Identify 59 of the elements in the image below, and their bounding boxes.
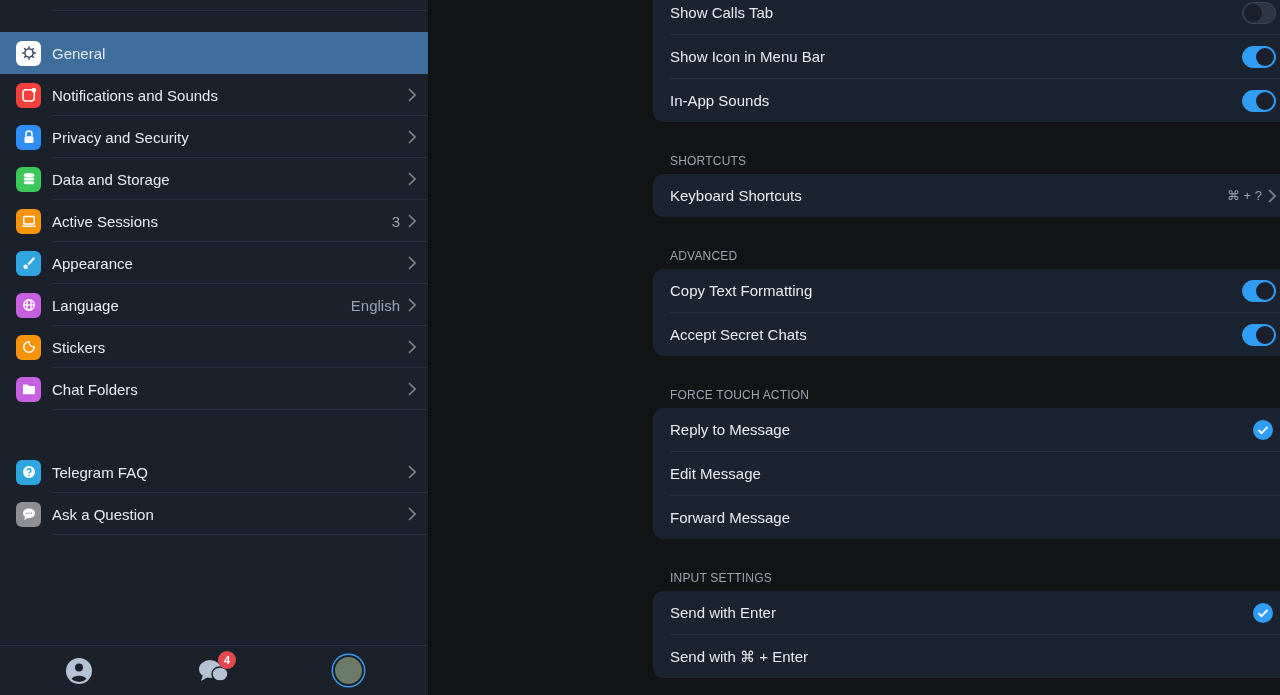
row-label[interactable]: In-App Sounds [670, 92, 1242, 109]
row-label[interactable]: Send with ⌘ + Enter [670, 647, 1276, 666]
item-label: General [52, 44, 107, 62]
row-label[interactable]: Reply to Message [670, 421, 1252, 438]
item-label: Data and Storage [52, 170, 171, 188]
section-header: INPUT SETTINGS [669, 570, 773, 587]
sidebar-item[interactable]: Notifications and Sounds [0, 74, 428, 116]
sidebar-item[interactable]: Ask a Question [0, 493, 428, 535]
toggle-switch[interactable] [1242, 323, 1276, 346]
row-label[interactable]: Show Calls Tab [670, 4, 1242, 21]
item-label: Chat Folders [52, 380, 139, 398]
chevron-icon [408, 465, 416, 479]
unread-badge: 4 [218, 650, 236, 669]
sidebar-item[interactable]: Language English [0, 284, 428, 326]
row-label[interactable]: Send with Enter [670, 604, 1252, 621]
chevron-icon [408, 507, 416, 521]
chevron-icon [408, 172, 416, 186]
chevron-icon [408, 298, 416, 312]
item-label: Active Sessions [52, 212, 159, 230]
contacts-tab[interactable] [65, 656, 94, 685]
toggle-switch[interactable] [1242, 1, 1276, 24]
section-header: SHORTCUTS [669, 153, 748, 170]
chevron-icon [408, 382, 416, 396]
chevron-icon [408, 214, 416, 228]
chevron-icon [408, 88, 416, 102]
row-label[interactable]: Copy Text Formatting [670, 282, 1242, 299]
row-label[interactable]: Keyboard Shortcuts [670, 187, 1227, 204]
sidebar-item[interactable]: Appearance [0, 242, 428, 284]
sidebar-item[interactable]: Data and Storage [0, 158, 428, 200]
chevron-icon [408, 340, 416, 354]
toggle-switch[interactable] [1242, 89, 1276, 112]
item-label: Ask a Question [52, 505, 155, 523]
item-label: Notifications and Sounds [52, 86, 219, 104]
item-value: English [350, 296, 400, 314]
sidebar-item[interactable]: General [0, 32, 428, 74]
toggle-switch[interactable] [1242, 45, 1276, 68]
row-label[interactable]: Forward Message [670, 509, 1276, 526]
sidebar-item[interactable]: Chat Folders [0, 368, 428, 410]
sidebar-item[interactable]: Privacy and Security [0, 116, 428, 158]
item-value: 3 [391, 212, 400, 230]
chevron-icon [408, 130, 416, 144]
chevron-icon [408, 256, 416, 270]
sidebar-item[interactable]: Stickers [0, 326, 428, 368]
sidebar-item[interactable]: Telegram FAQ [0, 451, 428, 493]
item-label: Stickers [52, 338, 107, 356]
section-header: ADVANCED [669, 248, 739, 265]
item-label: Appearance [52, 254, 134, 272]
profile-tab[interactable] [335, 657, 363, 684]
shortcut-value: ⌘ + ? [1226, 188, 1262, 203]
toggle-switch[interactable] [1242, 279, 1276, 302]
item-label: Telegram FAQ [52, 463, 149, 481]
row-label[interactable]: Edit Message [670, 465, 1276, 482]
section-header: FORCE TOUCH ACTION [669, 387, 811, 404]
sidebar-item[interactable]: Active Sessions 3 [0, 200, 428, 242]
row-label[interactable]: Accept Secret Chats [670, 326, 1242, 343]
item-label: Language [52, 296, 120, 314]
item-label: Privacy and Security [52, 128, 190, 146]
chevron-icon [1268, 188, 1276, 203]
row-label[interactable]: Show Icon in Menu Bar [670, 48, 1242, 65]
